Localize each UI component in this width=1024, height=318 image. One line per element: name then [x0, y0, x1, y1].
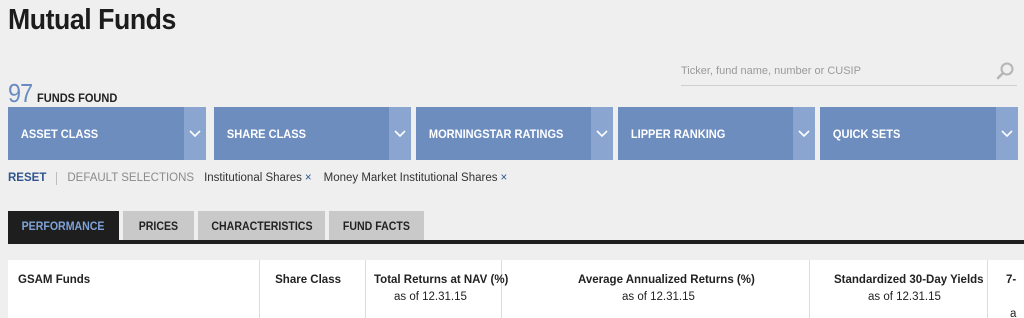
- filter-label: QUICK SETS: [832, 126, 901, 141]
- tab-fund-facts[interactable]: FUND FACTS: [329, 211, 424, 242]
- reset-link[interactable]: RESET: [8, 172, 46, 184]
- column-date: as of 12.31.15: [394, 291, 467, 303]
- column-title: GSAM Funds: [18, 274, 91, 286]
- chevron-down-icon[interactable]: [184, 107, 206, 160]
- fund-table: GSAM Funds Share Class Total Returns at …: [8, 260, 1024, 318]
- chevron-down-icon[interactable]: [389, 107, 411, 160]
- search-icon[interactable]: [995, 61, 1015, 81]
- filter-lipper-ranking[interactable]: LIPPER RANKING: [618, 107, 815, 160]
- filter-share-class[interactable]: SHARE CLASS: [214, 107, 411, 160]
- column-header[interactable]: Average Annualized Returns (%) as of 12.…: [502, 260, 810, 318]
- filter-label: ASSET CLASS: [20, 126, 99, 141]
- column-header[interactable]: Standardized 30-Day Yields as of 12.31.1…: [810, 260, 988, 318]
- column-header[interactable]: 7- a: [988, 260, 1024, 318]
- search-input[interactable]: [681, 56, 995, 85]
- selection-chip: Institutional Shares ×: [204, 172, 312, 184]
- column-header[interactable]: Share Class: [260, 260, 366, 318]
- tab-characteristics[interactable]: CHARACTERISTICS: [198, 211, 325, 242]
- results-count: 97 FUNDS FOUND: [8, 78, 124, 109]
- filter-asset-class[interactable]: ASSET CLASS: [8, 107, 206, 160]
- chevron-down-icon[interactable]: [793, 107, 815, 160]
- filter-label: SHARE CLASS: [226, 126, 307, 141]
- column-title: Share Class: [275, 274, 341, 286]
- column-date: as of 12.31.15: [622, 291, 695, 303]
- tab-performance[interactable]: PERFORMANCE: [8, 211, 119, 242]
- page-title: Mutual Funds: [8, 4, 176, 36]
- selection-chip: Money Market Institutional Shares ×: [324, 172, 508, 184]
- filter-morningstar-ratings[interactable]: MORNINGSTAR RATINGS: [416, 107, 613, 160]
- column-date: a: [1010, 308, 1017, 318]
- tab-label: PERFORMANCE: [22, 220, 105, 233]
- column-title: Total Returns at NAV (%): [374, 274, 509, 286]
- tab-label: FUND FACTS: [342, 220, 411, 233]
- filter-bar: ASSET CLASS SHARE CLASS MORNINGSTAR RATI…: [8, 107, 1024, 160]
- column-title: 7-: [1006, 274, 1017, 286]
- filter-quick-sets[interactable]: QUICK SETS: [820, 107, 1018, 160]
- column-title: Standardized 30-Day Yields: [834, 274, 984, 286]
- close-icon[interactable]: ×: [305, 172, 312, 184]
- chevron-down-icon[interactable]: [591, 107, 613, 160]
- active-selections: RESET DEFAULT SELECTIONS Institutional S…: [8, 170, 519, 186]
- close-icon[interactable]: ×: [500, 172, 507, 184]
- divider: [56, 171, 58, 185]
- chevron-down-icon[interactable]: [996, 107, 1018, 160]
- tab-underline: [8, 240, 1024, 244]
- results-number: 97: [8, 78, 33, 108]
- column-header[interactable]: Total Returns at NAV (%) as of 12.31.15: [366, 260, 508, 318]
- tab-label: PRICES: [138, 220, 179, 233]
- search-box[interactable]: [681, 56, 1017, 86]
- filter-label: MORNINGSTAR RATINGS: [428, 126, 564, 141]
- column-title: Average Annualized Returns (%): [578, 274, 755, 286]
- column-date: as of 12.31.15: [868, 291, 941, 303]
- filter-label: LIPPER RANKING: [630, 126, 726, 141]
- tab-prices[interactable]: PRICES: [123, 211, 194, 242]
- column-header[interactable]: GSAM Funds: [8, 260, 260, 318]
- chip-label: Money Market Institutional Shares: [323, 172, 498, 184]
- default-selections-label: DEFAULT SELECTIONS: [67, 172, 195, 184]
- tab-label: CHARACTERISTICS: [210, 220, 313, 233]
- chip-label: Institutional Shares: [204, 172, 302, 184]
- results-label: FUNDS FOUND: [36, 91, 118, 105]
